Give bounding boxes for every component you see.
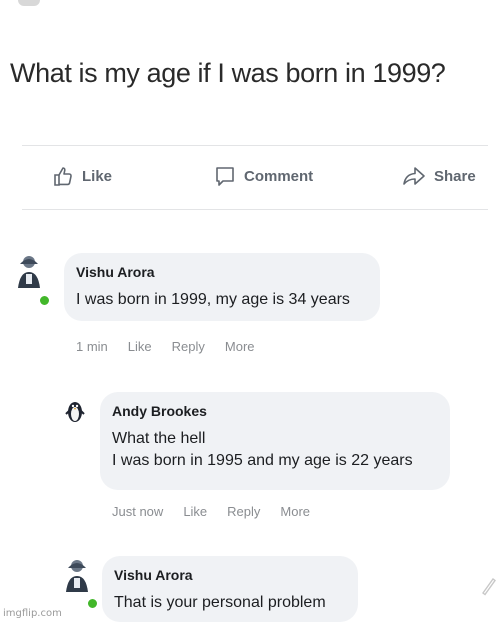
comment-label: Comment (244, 167, 314, 185)
comment-bubble: Vishu Arora I was born in 1999, my age i… (64, 253, 380, 321)
like-button[interactable]: Like (52, 158, 112, 194)
online-status-dot (39, 295, 50, 306)
watermark: imgflip.com (3, 608, 62, 619)
post-action-bar: Like Comment Share (0, 158, 500, 194)
comment-more-link[interactable]: More (280, 504, 310, 519)
share-label: Share (434, 167, 476, 185)
comment-more-link[interactable]: More (225, 339, 255, 354)
comment-reply-link[interactable]: Reply (172, 339, 205, 354)
pen-edit-icon[interactable] (480, 572, 498, 596)
comment-like-link[interactable]: Like (183, 504, 207, 519)
post-text: What is my age if I was born in 1999? (10, 58, 446, 88)
divider (22, 209, 488, 210)
thumbs-up-icon (52, 165, 74, 187)
like-label: Like (82, 167, 113, 185)
comment-text: I was born in 1999, my age is 34 years (76, 291, 350, 308)
comment-meta: Just now Like Reply More (112, 504, 310, 519)
avatar[interactable] (14, 252, 44, 290)
comment-reply-link[interactable]: Reply (227, 504, 260, 519)
comment-button[interactable]: Comment (214, 158, 313, 194)
share-arrow-icon (402, 165, 426, 187)
top-edge-fragment (18, 0, 40, 6)
comment-text-line: I was born in 1995 and my age is 22 year… (112, 452, 413, 469)
comment-meta: 1 min Like Reply More (76, 339, 255, 354)
comment-bubble: Andy Brookes What the hell I was born in… (100, 392, 450, 490)
avatar[interactable] (60, 392, 90, 430)
comment-timestamp[interactable]: Just now (112, 504, 163, 519)
online-status-dot (87, 598, 98, 609)
divider (22, 145, 488, 146)
comment-timestamp[interactable]: 1 min (76, 339, 108, 354)
comment-bubble-icon (214, 165, 236, 187)
commenter-name[interactable]: Vishu Arora (114, 566, 346, 584)
commenter-name[interactable]: Andy Brookes (112, 402, 438, 420)
comment-text: That is your personal problem (114, 594, 326, 611)
comment-text-line: What the hell (112, 430, 206, 447)
facebook-post-screenshot: What is my age if I was born in 1999? Li… (0, 0, 500, 624)
avatar[interactable] (62, 556, 92, 594)
comment-like-link[interactable]: Like (128, 339, 152, 354)
commenter-name[interactable]: Vishu Arora (76, 263, 368, 281)
share-button[interactable]: Share (402, 158, 476, 194)
comment-bubble: Vishu Arora That is your personal proble… (102, 556, 358, 622)
